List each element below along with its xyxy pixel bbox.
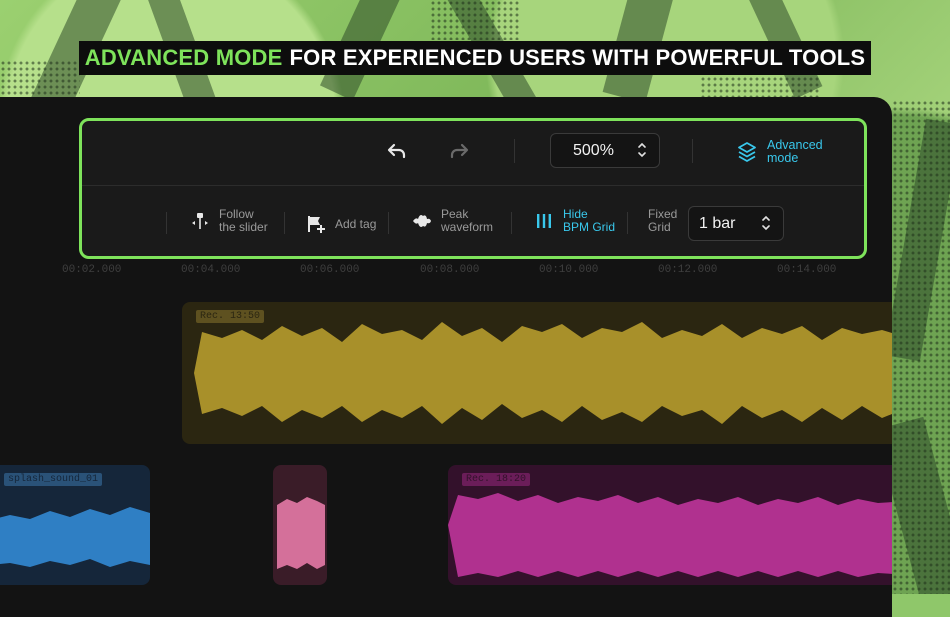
headline-text: FOR EXPERIENCED USERS WITH POWERFUL TOOL… (289, 45, 866, 70)
redo-button[interactable] (449, 141, 469, 167)
hide-bpm-grid-label: BPM Grid (563, 219, 616, 234)
follow-slider-icon (192, 212, 208, 229)
add-tag-label: Add tag (335, 216, 377, 231)
add-tag-icon (308, 216, 325, 233)
divider (692, 139, 693, 163)
ruler-label: 00:10.000 (539, 264, 599, 276)
peak-waveform-button[interactable]: Peak waveform (412, 208, 493, 233)
bpm-grid-icon (537, 213, 551, 228)
zoom-select[interactable]: 500% (550, 133, 660, 168)
peak-waveform-label: Peak (441, 207, 469, 221)
undo-button[interactable] (387, 141, 407, 167)
ruler-label: 00:06.000 (300, 264, 360, 276)
fixed-grid-label: Fixed Grid (648, 208, 677, 233)
hide-bpm-grid-label: Hide (563, 207, 588, 221)
redo-icon (450, 143, 469, 159)
layers-icon (738, 142, 756, 162)
divider (627, 212, 628, 234)
follow-slider-label: Follow (219, 207, 254, 221)
divider (388, 212, 389, 234)
waveform (194, 322, 892, 424)
ruler-label: 00:14.000 (777, 264, 837, 276)
stepper-chevron-icon (638, 142, 646, 158)
audio-clip-yellow[interactable]: Rec. 13:50 (182, 302, 892, 444)
headline-highlight: ADVANCED MODE (84, 45, 283, 70)
waveform-icon (413, 214, 431, 227)
ruler-label: 00:08.000 (420, 264, 480, 276)
audio-clip-magenta[interactable]: Rec. 18:20 (448, 465, 892, 585)
toolbar-top-row: 500% Advanced mode (82, 121, 864, 185)
advanced-toolbar: 500% Advanced mode Follow the slider Add… (79, 118, 867, 259)
divider (284, 212, 285, 234)
waveform (0, 507, 150, 567)
toolbar-bottom-row: Follow the slider Add tag Peak waveform (82, 186, 864, 258)
stepper-chevron-icon (762, 215, 770, 231)
divider (511, 212, 512, 234)
waveform (277, 497, 325, 569)
divider (514, 139, 515, 163)
fixed-grid-text: Fixed (648, 207, 678, 221)
audio-clip-blue[interactable]: splash_sound_01 (0, 465, 150, 585)
headline-banner: ADVANCED MODE FOR EXPERIENCED USERS WITH… (79, 41, 871, 75)
advanced-mode-button[interactable]: Advanced mode (737, 139, 823, 165)
grid-size-value: 1 bar (699, 214, 736, 232)
advanced-mode-label: mode (767, 151, 799, 165)
audio-clip-pink[interactable] (273, 465, 327, 585)
ruler-label: 00:02.000 (62, 264, 122, 276)
follow-slider-label: the slider (219, 219, 268, 234)
waveform (448, 493, 892, 577)
peak-waveform-label: waveform (441, 219, 494, 234)
undo-icon (387, 143, 406, 159)
divider (166, 212, 167, 234)
fixed-grid-text: Grid (648, 219, 671, 234)
grid-size-select[interactable]: 1 bar (688, 206, 784, 241)
ruler-label: 00:04.000 (181, 264, 241, 276)
hide-bpm-grid-button[interactable]: Hide BPM Grid (534, 208, 615, 233)
ruler-label: 00:12.000 (658, 264, 718, 276)
add-tag-button[interactable]: Add tag (306, 214, 376, 234)
timeline-ruler[interactable]: 00:02.000 00:04.000 00:06.000 00:08.000 … (0, 262, 892, 278)
zoom-value: 500% (573, 141, 614, 159)
follow-slider-button[interactable]: Follow the slider (190, 208, 268, 233)
